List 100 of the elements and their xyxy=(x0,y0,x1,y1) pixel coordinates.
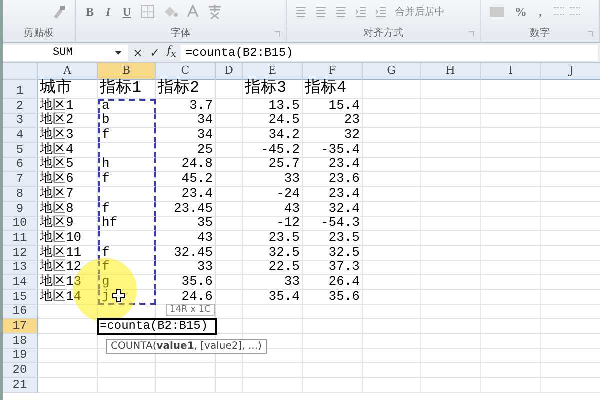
font-style-button[interactable]: B xyxy=(84,4,96,20)
row-header[interactable]: 9 xyxy=(3,202,38,216)
column-header[interactable]: D xyxy=(216,63,243,80)
table-cell: 43 xyxy=(243,202,303,216)
format-painter-icon[interactable] xyxy=(51,4,67,20)
empty-cell xyxy=(303,363,363,378)
dialog-launcher-icon[interactable] xyxy=(587,31,594,38)
row-header[interactable]: 4 xyxy=(3,128,38,144)
fill-bucket-icon[interactable] xyxy=(163,5,180,19)
empty-cell xyxy=(156,363,216,378)
insert-function-button[interactable]: f$_{x}$ xyxy=(165,44,178,61)
column-header[interactable]: C xyxy=(156,63,216,80)
row-header[interactable]: 18 xyxy=(3,334,38,349)
phonetic-guide-icon[interactable] xyxy=(207,4,224,20)
empty-cell xyxy=(363,363,421,378)
column-header[interactable]: B xyxy=(98,63,156,80)
column-header[interactable]: J xyxy=(541,63,600,80)
table-cell: -24 xyxy=(243,187,303,202)
empty-cell xyxy=(421,275,481,290)
number-format-button[interactable]: , xyxy=(537,4,544,20)
row-header[interactable]: 8 xyxy=(3,187,38,202)
row-header[interactable]: 20 xyxy=(3,363,38,378)
row-header[interactable]: 3 xyxy=(3,114,38,128)
column-header[interactable]: E xyxy=(243,63,303,80)
empty-cell xyxy=(363,99,421,114)
empty-cell xyxy=(481,334,541,349)
cross-cursor-icon xyxy=(112,289,126,303)
table-cell: 23.5 xyxy=(243,231,303,246)
indent-icon[interactable] xyxy=(375,6,387,18)
name-box[interactable]: SUM xyxy=(3,44,128,60)
dialog-launcher-icon[interactable] xyxy=(468,31,475,38)
dialog-launcher-icon[interactable] xyxy=(274,31,281,38)
empty-cell xyxy=(216,246,243,261)
empty-cell xyxy=(156,378,216,393)
table-cell: 23.6 xyxy=(303,172,363,188)
table-cell: a xyxy=(98,99,156,114)
empty-cell xyxy=(216,158,243,172)
column-header[interactable]: I xyxy=(481,63,541,80)
empty-cell xyxy=(243,319,303,334)
row-header[interactable]: 5 xyxy=(3,143,38,158)
row-header[interactable]: 21 xyxy=(3,378,38,393)
row-header[interactable]: 12 xyxy=(3,246,38,261)
column-header[interactable]: H xyxy=(421,63,481,80)
formula-input[interactable]: =counta(B2:B15) xyxy=(181,44,598,60)
empty-cell xyxy=(216,260,243,276)
select-all-corner[interactable] xyxy=(3,63,38,80)
empty-cell xyxy=(481,216,541,232)
borders-icon[interactable] xyxy=(141,5,156,19)
dropdown-caret-icon[interactable] xyxy=(115,50,122,54)
row-header[interactable]: 15 xyxy=(3,290,38,305)
row-header[interactable]: 6 xyxy=(3,158,38,172)
cancel-button[interactable]: × xyxy=(131,46,146,60)
empty-cell xyxy=(481,187,541,202)
align-icon[interactable] xyxy=(295,6,307,18)
font-style-button[interactable]: I xyxy=(104,4,113,20)
empty-cell xyxy=(216,172,243,188)
table-cell: 指标3 xyxy=(243,80,303,99)
row-header[interactable]: 1 xyxy=(3,80,38,99)
table-cell: 43 xyxy=(156,231,216,246)
currency-format-icon[interactable] xyxy=(489,5,505,19)
indent-icon[interactable] xyxy=(355,6,367,18)
ribbon-group-label: 剪贴板 xyxy=(24,26,54,40)
row-header[interactable]: 14 xyxy=(3,275,38,290)
table-cell: 33 xyxy=(243,275,303,290)
row-header[interactable]: 10 xyxy=(3,216,38,232)
column-header[interactable]: F xyxy=(303,63,363,80)
empty-cell xyxy=(216,187,243,202)
row-header[interactable]: 2 xyxy=(3,99,38,114)
empty-cell xyxy=(481,290,541,305)
table-cell: 33 xyxy=(243,172,303,188)
table-cell: 地区3 xyxy=(38,128,98,144)
row-header[interactable]: 7 xyxy=(3,172,38,188)
table-cell: 35.6 xyxy=(156,275,216,290)
table-cell: b xyxy=(98,114,156,128)
table-cell: 地区13 xyxy=(38,275,98,290)
align-icon[interactable] xyxy=(315,6,327,18)
empty-cell xyxy=(216,114,243,128)
font-style-button[interactable]: U xyxy=(120,4,134,20)
empty-cell xyxy=(303,348,363,364)
table-cell: 34 xyxy=(156,114,216,128)
empty-cell xyxy=(243,304,303,320)
number-format-button[interactable]: % xyxy=(513,4,529,20)
empty-cell xyxy=(481,319,541,334)
empty-cell xyxy=(363,172,421,188)
row-header[interactable]: 13 xyxy=(3,260,38,276)
table-cell: 33 xyxy=(156,260,216,276)
empty-cell xyxy=(216,128,243,144)
row-header[interactable]: 11 xyxy=(3,231,38,246)
cell-editor[interactable]: =counta(B2:B15) xyxy=(98,319,216,334)
enter-button[interactable]: ✓ xyxy=(148,46,162,60)
empty-cell xyxy=(481,348,541,364)
table-cell: 23.4 xyxy=(303,187,363,202)
column-header[interactable]: G xyxy=(363,63,421,80)
font-color-icon[interactable] xyxy=(187,5,200,19)
row-header[interactable]: 17 xyxy=(3,319,38,334)
table-cell: 32.5 xyxy=(303,246,363,261)
row-header[interactable]: 19 xyxy=(3,348,38,364)
row-header[interactable]: 16 xyxy=(3,304,38,320)
align-icon[interactable] xyxy=(335,6,347,18)
column-header[interactable]: A xyxy=(38,63,98,80)
